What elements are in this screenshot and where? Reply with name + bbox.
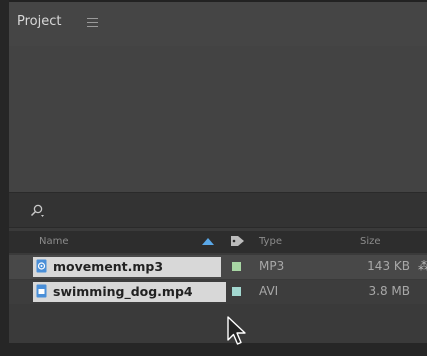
project-panel: Project Name Type Size movement.mp3 MP3 … (0, 0, 427, 356)
panel-bottom-border (0, 343, 427, 356)
panel-left-border (0, 0, 9, 356)
label-color-swatch[interactable] (232, 287, 241, 296)
sort-ascending-icon[interactable] (202, 238, 214, 245)
dependency-icon: ⁂ (418, 259, 427, 273)
video-file-icon (36, 284, 47, 298)
audio-file-icon (36, 259, 47, 273)
label-color-swatch[interactable] (232, 262, 241, 271)
file-type: MP3 (259, 259, 285, 273)
panel-title[interactable]: Project (17, 14, 61, 29)
file-row-movement[interactable]: movement.mp3 MP3 143 KB ⁂ (9, 255, 427, 279)
panel-menu-icon[interactable] (87, 18, 98, 27)
column-name[interactable]: Name (39, 236, 69, 247)
column-size[interactable]: Size (360, 236, 381, 247)
file-size: 3.8 MB (368, 284, 410, 298)
search-icon[interactable] (29, 204, 45, 218)
file-name[interactable]: swimming_dog.mp4 (33, 282, 226, 302)
search-input[interactable] (53, 200, 417, 222)
column-type[interactable]: Type (259, 236, 282, 247)
column-header-row: Name Type Size (9, 231, 427, 253)
panel-header (9, 2, 427, 46)
file-size: 143 KB (367, 259, 410, 273)
label-tag-icon[interactable] (230, 234, 246, 248)
file-type: AVI (259, 284, 279, 298)
file-name[interactable]: movement.mp3 (33, 257, 221, 277)
preview-area (9, 46, 427, 192)
mouse-cursor-icon (227, 316, 246, 345)
file-row-swimming-dog[interactable]: swimming_dog.mp4 AVI 3.8 MB (9, 280, 427, 304)
search-bar (9, 192, 427, 228)
